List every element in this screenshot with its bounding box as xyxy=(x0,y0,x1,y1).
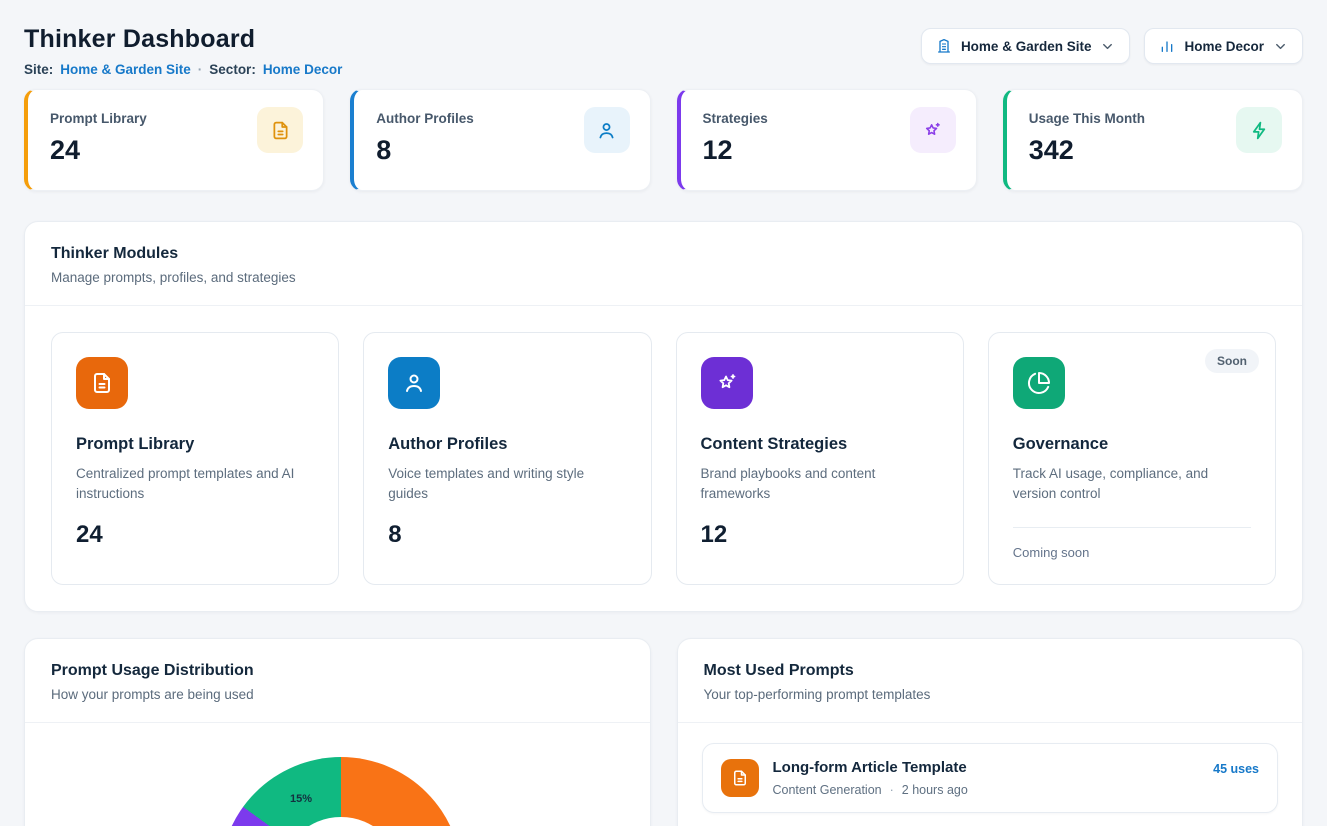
header-left: Thinker Dashboard Site: Home & Garden Si… xyxy=(24,24,342,77)
bottom-row: Prompt Usage Distribution How your promp… xyxy=(24,638,1303,826)
bar-chart-icon xyxy=(1159,38,1175,54)
module-card-prompt-library[interactable]: Prompt Library Centralized prompt templa… xyxy=(51,332,339,585)
coming-soon-text: Coming soon xyxy=(1013,545,1251,560)
prompt-list-item[interactable]: Long-form Article Template Content Gener… xyxy=(702,743,1279,813)
soon-badge: Soon xyxy=(1205,349,1259,373)
prompt-item-meta: Content Generation · 2 hours ago xyxy=(773,783,968,797)
sparkle-star-icon xyxy=(701,357,753,409)
module-title: Governance xyxy=(1013,435,1251,454)
module-title: Author Profiles xyxy=(388,435,626,454)
sector-label: Sector: xyxy=(209,62,256,77)
module-title: Prompt Library xyxy=(76,435,314,454)
site-selector-dropdown[interactable]: Home & Garden Site xyxy=(921,28,1131,64)
usage-card-title: Prompt Usage Distribution xyxy=(51,662,624,680)
most-used-prompts-card: Most Used Prompts Your top-performing pr… xyxy=(677,638,1304,826)
most-used-header: Most Used Prompts Your top-performing pr… xyxy=(678,639,1303,723)
thinker-modules-panel: Thinker Modules Manage prompts, profiles… xyxy=(24,221,1303,612)
sector-link[interactable]: Home Decor xyxy=(263,62,343,77)
module-description: Brand playbooks and content frameworks xyxy=(701,464,939,505)
module-card-author-profiles[interactable]: Author Profiles Voice templates and writ… xyxy=(363,332,651,585)
document-icon xyxy=(721,759,759,797)
most-used-title: Most Used Prompts xyxy=(704,662,1277,680)
divider xyxy=(1013,527,1251,528)
person-icon xyxy=(388,357,440,409)
prompt-item-title: Long-form Article Template xyxy=(773,759,968,776)
sector-selector-dropdown[interactable]: Home Decor xyxy=(1144,28,1303,64)
meta-dot: · xyxy=(890,783,894,797)
site-label: Site: xyxy=(24,62,53,77)
site-selector-label: Home & Garden Site xyxy=(961,39,1092,54)
module-count: 24 xyxy=(76,521,314,549)
donut-slice-label: 15% xyxy=(290,793,312,805)
chevron-down-icon xyxy=(1273,39,1288,54)
document-icon xyxy=(76,357,128,409)
person-icon xyxy=(584,107,630,153)
modules-panel-title: Thinker Modules xyxy=(51,245,1276,263)
donut-hole xyxy=(280,817,402,826)
building-icon xyxy=(936,38,952,54)
usage-card-header: Prompt Usage Distribution How your promp… xyxy=(25,639,650,723)
most-used-subtitle: Your top-performing prompt templates xyxy=(704,687,1277,702)
module-count: 8 xyxy=(388,521,626,549)
stat-card-author-profiles: Author Profiles 8 xyxy=(350,89,650,191)
chevron-down-icon xyxy=(1100,39,1115,54)
prompt-usage-distribution-card: Prompt Usage Distribution How your promp… xyxy=(24,638,651,826)
donut-chart: 15% xyxy=(220,757,462,826)
modules-panel-subtitle: Manage prompts, profiles, and strategies xyxy=(51,270,1276,285)
module-description: Voice templates and writing style guides xyxy=(388,464,626,505)
module-description: Track AI usage, compliance, and version … xyxy=(1013,464,1251,505)
modules-panel-header: Thinker Modules Manage prompts, profiles… xyxy=(25,222,1302,306)
document-icon xyxy=(257,107,303,153)
page-title: Thinker Dashboard xyxy=(24,24,342,54)
stat-card-usage: Usage This Month 342 xyxy=(1003,89,1303,191)
sector-selector-label: Home Decor xyxy=(1184,39,1264,54)
usage-card-subtitle: How your prompts are being used xyxy=(51,687,624,702)
module-count: 12 xyxy=(701,521,939,549)
prompt-item-category: Content Generation xyxy=(773,783,882,797)
stats-row: Prompt Library 24 Author Profiles 8 Stra… xyxy=(24,89,1303,191)
dashboard-page: Thinker Dashboard Site: Home & Garden Si… xyxy=(0,0,1327,826)
meta-dot: · xyxy=(198,62,203,77)
module-card-content-strategies[interactable]: Content Strategies Brand playbooks and c… xyxy=(676,332,964,585)
pie-chart-icon xyxy=(1013,357,1065,409)
prompt-item-body: Long-form Article Template Content Gener… xyxy=(773,759,968,797)
module-title: Content Strategies xyxy=(701,435,939,454)
site-link[interactable]: Home & Garden Site xyxy=(60,62,191,77)
header-actions: Home & Garden Site Home Decor xyxy=(921,28,1303,64)
stat-card-strategies: Strategies 12 xyxy=(677,89,977,191)
lightning-icon xyxy=(1236,107,1282,153)
header: Thinker Dashboard Site: Home & Garden Si… xyxy=(24,24,1303,77)
site-meta: Site: Home & Garden Site · Sector: Home … xyxy=(24,62,342,77)
prompt-item-time: 2 hours ago xyxy=(902,783,968,797)
sparkle-star-icon xyxy=(910,107,956,153)
module-description: Centralized prompt templates and AI inst… xyxy=(76,464,314,505)
stat-card-prompt-library: Prompt Library 24 xyxy=(24,89,324,191)
module-card-governance[interactable]: Soon Governance Track AI usage, complian… xyxy=(988,332,1276,585)
modules-grid: Prompt Library Centralized prompt templa… xyxy=(25,306,1302,611)
prompt-item-uses: 45 uses xyxy=(1213,762,1259,776)
